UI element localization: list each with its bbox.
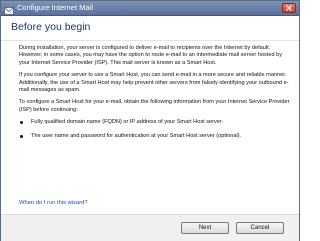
wizard-header: Before you begin xyxy=(1,16,299,41)
list-item: The user name and password for authentic… xyxy=(19,133,291,140)
bullet-icon xyxy=(20,121,23,125)
bullet-icon xyxy=(20,134,23,138)
title-bar[interactable]: Configure Internet Mail xyxy=(1,1,299,16)
window-title: Configure Internet Mail xyxy=(17,3,93,12)
close-icon xyxy=(286,5,292,11)
requirement-text: The user name and password for authentic… xyxy=(31,132,242,139)
wizard-footer: Next Cancel xyxy=(1,214,299,241)
requirement-text: Fully qualified domain name (FQDN) or IP… xyxy=(31,119,224,126)
help-link[interactable]: When do I run this wizard? xyxy=(19,200,88,206)
close-button[interactable] xyxy=(282,3,296,13)
configure-instructions-paragraph: To configure a Smart Host for your e-mai… xyxy=(19,99,290,113)
cancel-button[interactable]: Cancel xyxy=(236,222,284,234)
list-item: Fully qualified domain name (FQDN) or IP… xyxy=(19,119,291,126)
mail-app-icon xyxy=(4,3,14,15)
next-button[interactable]: Next xyxy=(181,222,229,234)
wizard-content: During installation, your server is conf… xyxy=(19,45,291,146)
page-title: Before you begin xyxy=(11,21,91,33)
configure-internet-mail-window: Configure Internet Mail Before you begin… xyxy=(0,0,300,241)
smart-host-benefits-paragraph: If you configure your server to use a Sm… xyxy=(19,72,289,94)
requirements-list: Fully qualified domain name (FQDN) or IP… xyxy=(19,119,291,140)
intro-paragraph: During installation, your server is conf… xyxy=(19,45,283,66)
